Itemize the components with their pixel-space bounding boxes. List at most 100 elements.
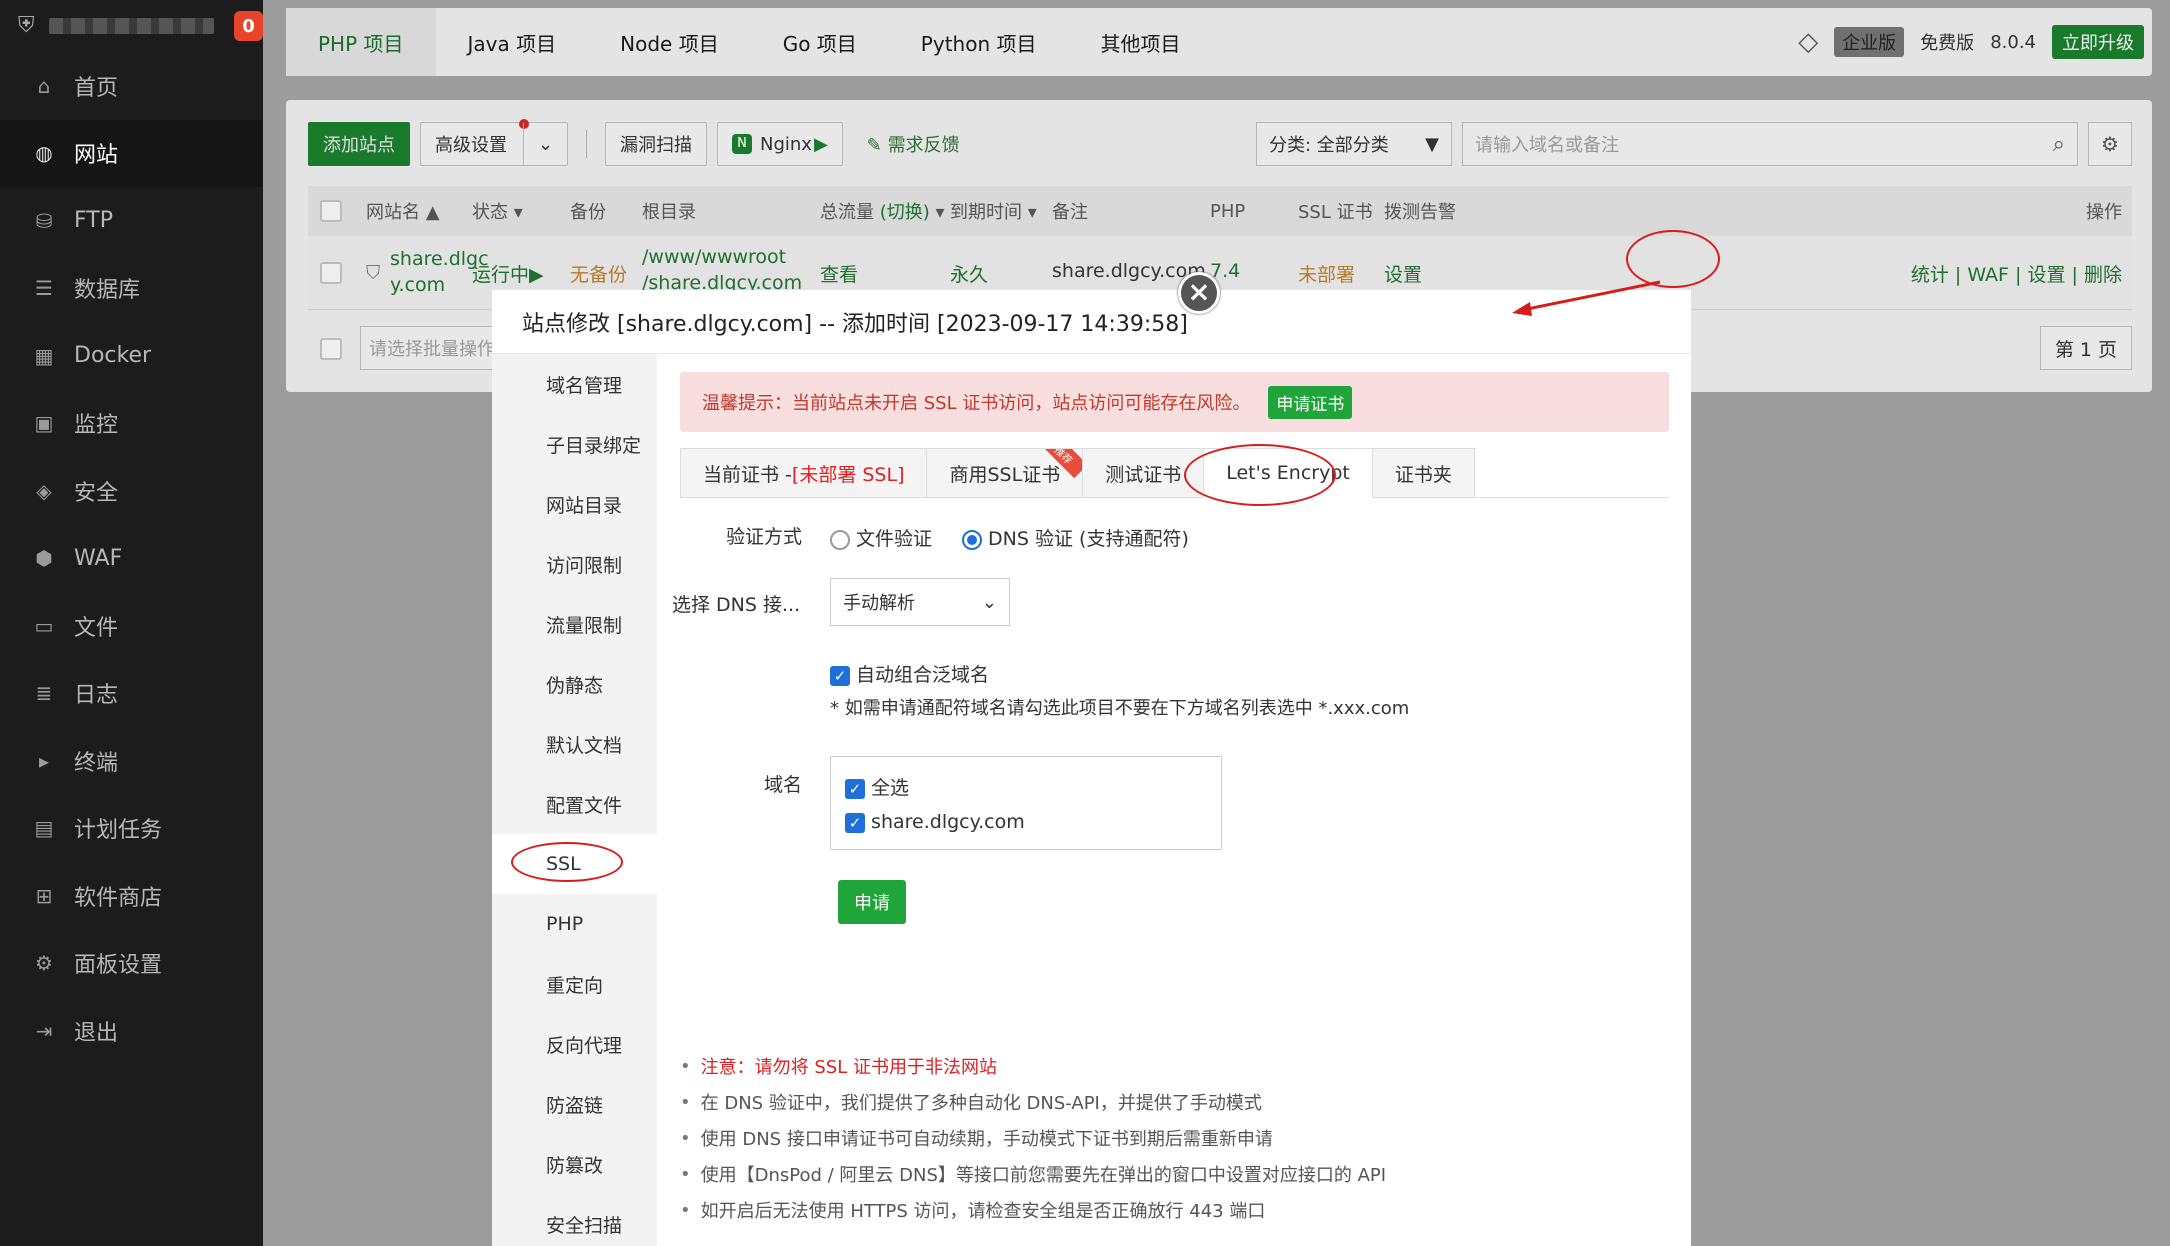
enterprise-badge[interactable]: 企业版 [1834,27,1905,57]
ssl-warning-alert: 温馨提示：当前站点未开启 SSL 证书访问，站点访问可能存在风险。 申请证书 [680,372,1669,432]
domain-checkbox[interactable]: ✓ [845,812,865,833]
ssl-status[interactable]: 未部署 [1298,260,1355,287]
apply-button[interactable]: 申请 [838,880,906,924]
sidebar-item-waf[interactable]: ⬢ WAF [0,525,263,593]
col-ops: 操作 [2086,202,2122,223]
modal-nav-rewrite[interactable]: 伪静态 [492,654,657,714]
dns-verify-option[interactable]: DNS 验证 (支持通配符) [962,524,1189,551]
sidebar-item-websites[interactable]: ◍ 网站 [0,119,263,187]
sidebar-item-files[interactable]: ▭ 文件 [0,592,263,660]
tab-php[interactable]: PHP 项目 [286,8,436,76]
tab-other[interactable]: 其他项目 [1068,8,1212,76]
modal-nav-config[interactable]: 配置文件 [492,774,657,834]
traffic-view-link[interactable]: 查看 [820,260,858,287]
footer-checkbox[interactable] [320,338,342,360]
stats-link[interactable]: 统计 [1911,264,1949,286]
domain-option[interactable]: ✓ share.dlgcy.com [845,811,1025,833]
row-checkbox[interactable] [320,262,342,284]
feedback-label: 需求反馈 [887,135,960,156]
modal-nav-scan[interactable]: 安全扫描 [492,1194,657,1246]
domain-label: 域名 [763,774,802,796]
waf-link[interactable]: WAF [1967,264,2009,286]
traffic-switch-link[interactable]: (切换) [880,202,930,223]
modal-nav-traffic[interactable]: 流量限制 [492,594,657,654]
gear-icon: ⚙ [2101,132,2119,156]
advanced-settings-button[interactable]: 高级设置 ⌄ [420,119,568,166]
tab-commercial-ssl[interactable]: 商用SSL证书 推荐 [926,448,1083,498]
sidebar-item-cron[interactable]: ▤ 计划任务 [0,795,263,863]
auto-wildcard-checkbox[interactable]: ✓ [830,665,850,686]
sidebar-item-store[interactable]: ⊞ 软件商店 [0,862,263,930]
dns-verify-radio[interactable] [962,529,982,550]
sidebar-item-logout[interactable]: ⇥ 退出 [0,997,263,1065]
select-all-option[interactable]: ✓ 全选 [845,773,909,800]
file-verify-option[interactable]: 文件验证 [830,524,932,551]
delete-link[interactable]: 删除 [2084,264,2122,286]
modal-nav-sitedir[interactable]: 网站目录 [492,474,657,534]
modal-nav-proxy[interactable]: 反向代理 [492,1014,657,1074]
select-all-domains-checkbox[interactable]: ✓ [845,778,865,799]
modal-nav-subdir[interactable]: 子目录绑定 [492,414,657,474]
col-name[interactable]: 网站名 ▲ [366,198,440,224]
backup-status[interactable]: 无备份 [570,260,627,287]
modal-nav-redirect[interactable]: 重定向 [492,954,657,1014]
modal-title: 站点修改 [share.dlgcy.com] -- 添加时间 [2023-09-… [492,290,1691,354]
chevron-down-icon[interactable]: ⌄ [523,123,567,165]
sidebar-item-monitor[interactable]: ▣ 监控 [0,390,263,458]
tab-go[interactable]: Go 项目 [751,8,889,76]
status-running[interactable]: 运行中▶ [472,260,544,287]
category-select[interactable]: 分类: 全部分类 ▼ [1256,122,1452,166]
sidebar-item-terminal[interactable]: ▸ 终端 [0,727,263,795]
sidebar-item-ftp[interactable]: ⛁ FTP [0,187,263,255]
col-status[interactable]: 状态 ▾ [472,198,523,224]
tab-current-cert[interactable]: 当前证书 - [未部署 SSL] [680,448,927,498]
apply-cert-button[interactable]: 申请证书 [1268,385,1353,419]
dns-provider-select[interactable]: 手动解析 ⌄ [830,578,1010,626]
modal-close-button[interactable]: × [1178,272,1220,314]
logout-icon: ⇥ [35,1018,53,1043]
note-item: 在 DNS 验证中，我们提供了多种自动化 DNS-API，并提供了手动模式 [680,1084,1386,1120]
sidebar-item-settings[interactable]: ⚙ 面板设置 [0,930,263,998]
search-placeholder: 请输入域名或备注 [1475,135,1619,156]
page-indicator[interactable]: 第 1 页 [2039,326,2132,370]
sidebar-item-logs[interactable]: ≣ 日志 [0,660,263,728]
notification-badge[interactable]: 0 [233,11,263,41]
modal-nav-domain[interactable]: 域名管理 [492,354,657,414]
sidebar-item-label: 软件商店 [74,885,163,911]
modal-nav-default-doc[interactable]: 默认文档 [492,714,657,774]
feedback-link[interactable]: ✎ 需求反馈 [867,131,960,157]
search-icon[interactable]: ⌕ [2053,132,2065,157]
table-settings-button[interactable]: ⚙ [2088,122,2132,166]
sidebar-item-database[interactable]: ☰ 数据库 [0,255,263,323]
sidebar-item-label: 终端 [74,750,119,776]
select-all-checkbox[interactable] [320,200,342,222]
monitor-icon: ▣ [34,411,54,436]
add-site-button[interactable]: 添加站点 [308,122,410,166]
sidebar-item-docker[interactable]: ▦ Docker [0,322,263,390]
waf-icon: ⬢ [35,546,53,571]
modal-nav-tamper[interactable]: 防篡改 [492,1134,657,1194]
site-name-line2: y.com [390,274,446,296]
file-verify-radio[interactable] [830,529,850,550]
tab-python[interactable]: Python 项目 [889,8,1069,76]
vuln-scan-button[interactable]: 漏洞扫描 [605,122,707,166]
settings-link[interactable]: 设置 [2027,264,2065,286]
tab-cert-folder[interactable]: 证书夹 [1371,448,1475,498]
search-input[interactable]: 请输入域名或备注 ⌕ [1462,122,2078,166]
modal-nav-hotlink[interactable]: 防盗链 [492,1074,657,1134]
modal-nav-php[interactable]: PHP [492,894,657,954]
home-icon: ⌂ [37,73,51,98]
col-expire[interactable]: 到期时间 ▾ [950,198,1037,224]
sidebar-item-home[interactable]: ⌂ 首页 [0,52,263,120]
col-traffic[interactable]: 总流量 (切换) ▾ [820,198,945,224]
alert-settings-link[interactable]: 设置 [1384,260,1422,287]
annotation-circle-ssl-nav [511,842,623,882]
expire-value[interactable]: 永久 [950,260,988,287]
upgrade-button[interactable]: 立即升级 [2052,25,2144,59]
auto-wildcard-option[interactable]: ✓ 自动组合泛域名 [830,660,989,687]
sidebar-item-security[interactable]: ◈ 安全 [0,457,263,525]
nginx-button[interactable]: N Nginx ▶ [717,122,843,166]
modal-nav-access[interactable]: 访问限制 [492,534,657,594]
tab-node[interactable]: Node 项目 [588,8,751,76]
tab-java[interactable]: Java 项目 [436,8,589,76]
